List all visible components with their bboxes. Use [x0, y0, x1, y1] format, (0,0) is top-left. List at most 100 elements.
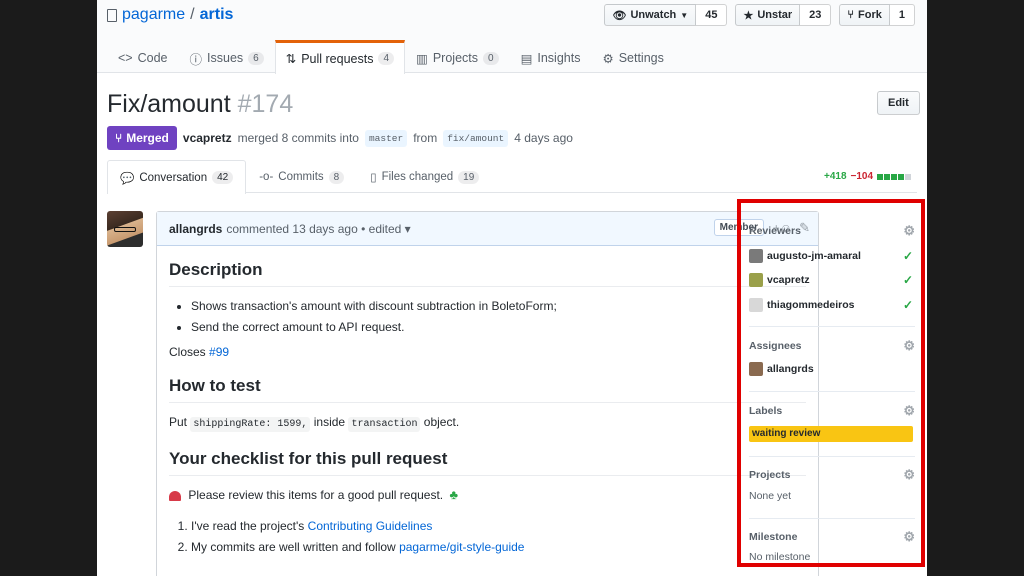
unwatch-label: Unwatch [630, 9, 677, 21]
gear-icon[interactable]: ⚙ [903, 467, 915, 483]
diffstat-block [898, 173, 905, 180]
comment-author-link[interactable]: allangrds [169, 222, 222, 236]
repo-owner-link[interactable]: pagarme [122, 6, 185, 24]
pr-tabs: 💬 Conversation 42 -o- Commits 8 ▯ Files … [107, 160, 917, 194]
tab-files-changed-count: 19 [458, 170, 480, 184]
repo-title: pagarme / artis [107, 6, 233, 24]
avatar[interactable] [107, 211, 143, 247]
check-icon: ✓ [902, 273, 913, 287]
tab-projects-label: Projects [432, 51, 478, 65]
watch-count[interactable]: 45 [696, 4, 728, 26]
issue-icon: ⓘ [189, 52, 203, 67]
assignees-header[interactable]: Assignees ⚙ [749, 338, 915, 354]
fork-icon: ⑂ [847, 9, 855, 21]
edit-button[interactable]: Edit [877, 91, 920, 115]
unwatch-button[interactable]: 👁 Unwatch ▼ [604, 4, 697, 26]
reviewer-item[interactable]: augusto-jm-amaral [749, 249, 861, 263]
reviewer-item[interactable]: vcapretz [749, 273, 810, 287]
tab-commits-count: 8 [328, 170, 345, 184]
deletions-count: −104 [850, 171, 874, 182]
pr-title-text: Fix/amount [107, 90, 231, 118]
diffstat: +418 −104 [824, 171, 912, 182]
from-text: from [413, 131, 438, 145]
assignee-item[interactable]: allangrds [749, 362, 814, 376]
issue-link[interactable]: #99 [209, 345, 229, 359]
state-label: Merged [126, 131, 169, 145]
tab-projects-count: 0 [483, 51, 499, 65]
avatar [749, 249, 763, 263]
label-waiting-review[interactable]: waiting review [749, 426, 913, 442]
test-instructions: Put shippingRate: 1599, inside transacti… [169, 415, 806, 432]
assignee-name: allangrds [767, 363, 814, 375]
caret-down-icon: ▼ [680, 10, 689, 20]
review-note: Please review this items for a good pull… [169, 488, 806, 502]
state-badge: ⑂ Merged [107, 126, 177, 150]
gear-icon[interactable]: ⚙ [903, 338, 915, 354]
gear-icon[interactable]: ⚙ [903, 223, 915, 239]
avatar-glasses [114, 227, 136, 232]
tab-files-changed[interactable]: ▯ Files changed 19 [357, 160, 492, 193]
milestone-title: Milestone [749, 531, 798, 543]
heading-description: Description [169, 260, 806, 287]
unstar-button[interactable]: ★ Unstar [735, 4, 801, 26]
contributing-guidelines-link[interactable]: Contributing Guidelines [308, 519, 433, 533]
tab-settings[interactable]: ⚙ Settings [591, 40, 674, 73]
projects-title: Projects [749, 469, 791, 481]
assignees-section: Assignees ⚙ allangrds [749, 338, 915, 392]
pr-author-link[interactable]: vcapretz [183, 131, 232, 145]
repo-name-link[interactable]: artis [200, 6, 234, 24]
style-guide-link[interactable]: pagarme/git-style-guide [399, 540, 524, 554]
gear-icon[interactable]: ⚙ [903, 403, 915, 419]
closes-text: Closes [169, 345, 206, 359]
tab-insights-label: Insights [537, 51, 581, 65]
avatar [749, 362, 763, 376]
tab-pull-requests[interactable]: ⇅ Pull requests 4 [274, 40, 406, 74]
reviewers-header[interactable]: Reviewers ⚙ [749, 223, 915, 239]
tab-pull-requests-count: 4 [378, 52, 395, 65]
tab-projects[interactable]: ▥ Projects 0 [405, 40, 510, 73]
comment-action[interactable]: commented 13 days ago • edited ▾ [226, 222, 410, 236]
assignees-title: Assignees [749, 340, 802, 352]
check-icon: ✓ [902, 249, 913, 263]
diffstat-block [905, 173, 912, 180]
tab-commits[interactable]: -o- Commits 8 [246, 160, 357, 193]
tab-conversation-count: 42 [212, 171, 234, 184]
heading-checklist: Your checklist for this pull request [169, 449, 806, 476]
reviewer-name: augusto-jm-amaral [767, 250, 861, 262]
projects-header[interactable]: Projects ⚙ [749, 467, 915, 483]
check-icon: ✓ [902, 298, 913, 312]
tab-conversation[interactable]: 💬 Conversation 42 [107, 160, 247, 194]
head-branch[interactable]: fix/amount [443, 129, 509, 147]
tab-issues[interactable]: ⓘ Issues 6 [179, 40, 275, 73]
heading-how-to-test: How to test [169, 376, 806, 403]
tab-commits-label: Commits [278, 171, 324, 183]
pr-sidebar: Reviewers ⚙ augusto-jm-amaral ✓ vcapretz… [737, 199, 925, 567]
labels-title: Labels [749, 405, 783, 417]
fork-label: Fork [858, 9, 882, 21]
star-count[interactable]: 23 [800, 4, 832, 26]
gear-icon[interactable]: ⚙ [903, 529, 915, 545]
comment-header: allangrds commented 13 days ago • edited… [157, 212, 818, 246]
fork-button[interactable]: ⑂ Fork [839, 4, 890, 26]
list-item: Shows transaction's amount with discount… [191, 299, 806, 313]
code-icon: <> [118, 51, 133, 65]
milestone-header[interactable]: Milestone ⚙ [749, 529, 915, 545]
unstar-label: Unstar [757, 9, 793, 21]
commit-icon: -o- [259, 171, 274, 183]
project-icon: ▥ [416, 51, 428, 66]
description-list: Shows transaction's amount with discount… [169, 299, 806, 334]
reviewer-item[interactable]: thiagommedeiros [749, 298, 855, 312]
tab-code[interactable]: <> Code [107, 40, 179, 73]
diffstat-block [877, 173, 884, 180]
labels-header[interactable]: Labels ⚙ [749, 403, 915, 419]
reviewer-name: thiagommedeiros [767, 299, 855, 311]
fork-count[interactable]: 1 [889, 4, 915, 26]
checklist-item: I've read the project's Contributing Gui… [191, 519, 806, 533]
fork-group: ⑂ Fork 1 [839, 4, 915, 26]
pr-time[interactable]: 4 days ago [514, 131, 573, 145]
repo-nav: <> Code ⓘ Issues 6 ⇅ Pull requests 4 ▥ P… [107, 40, 675, 74]
repo-header: pagarme / artis 👁 Unwatch ▼ 45 ★ Unstar … [97, 0, 927, 74]
base-branch[interactable]: master [364, 129, 408, 147]
tab-insights[interactable]: ▤ Insights [510, 40, 592, 73]
diffstat-block [891, 173, 898, 180]
